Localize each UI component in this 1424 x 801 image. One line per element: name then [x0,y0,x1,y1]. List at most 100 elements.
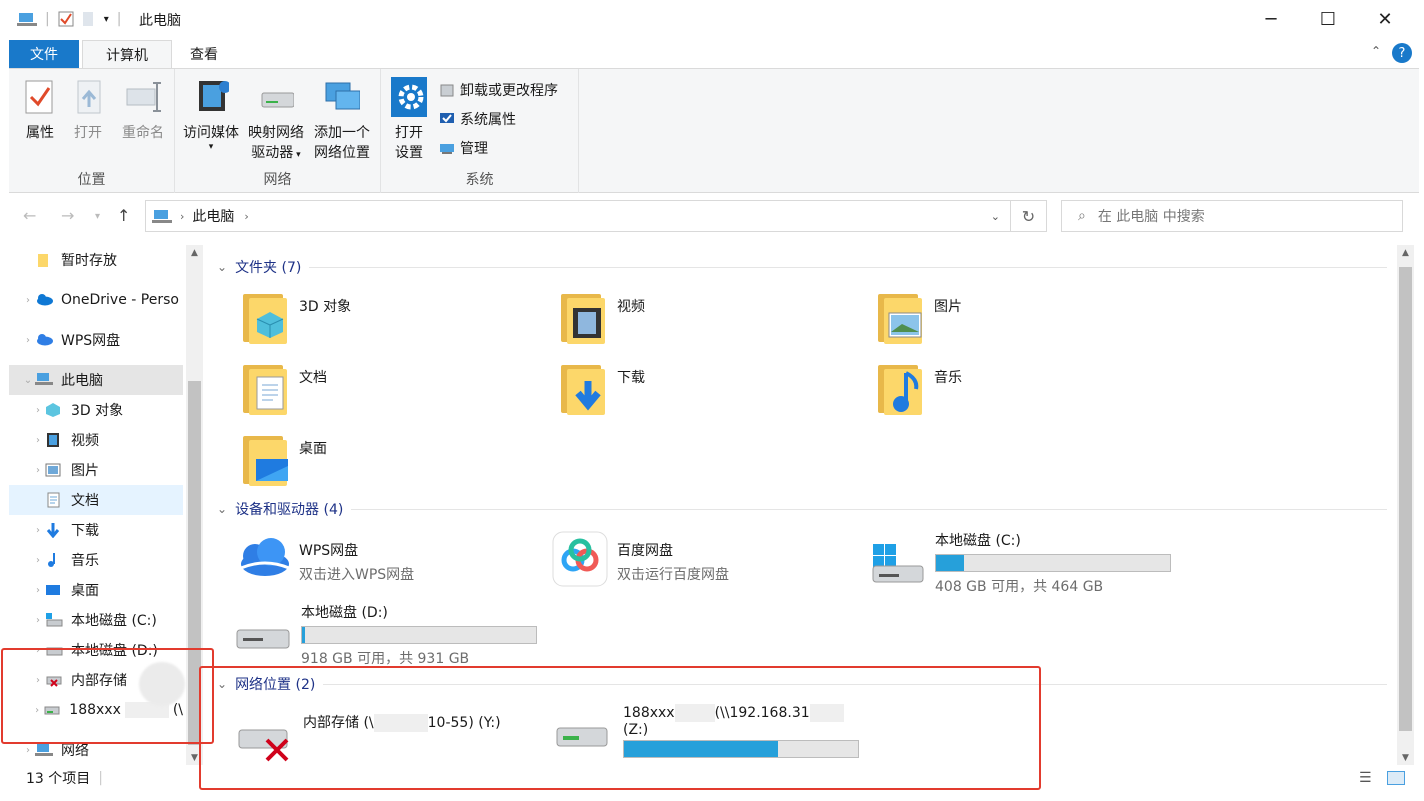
rename-icon [126,82,161,112]
collapse-chevron-icon[interactable]: ⌄ [217,502,227,516]
up-arrow-icon[interactable]: ↑ [117,206,130,225]
folder-name: 图片 [934,299,962,315]
device-baidu-cloud[interactable]: 百度网盘 双击运行百度网盘 [551,530,729,588]
nav-item-drive-c[interactable]: › 本地磁盘 (C:) [9,605,183,635]
device-drive-d[interactable]: 本地磁盘 (D:) 918 GB 可用，共 931 GB [233,602,537,668]
details-view-icon[interactable]: ☰ [1359,770,1372,786]
folder-3d-objects[interactable]: 3D 对象 [241,290,351,344]
nav-item-desktop[interactable]: › 桌面 [9,575,183,605]
nav-item-music[interactable]: › 音乐 [9,545,183,575]
nav-item-onedrive[interactable]: › OneDrive - Perso [9,285,183,315]
tab-computer[interactable]: 计算机 [82,40,172,68]
content-scrollbar[interactable]: ▲ ▼ [1397,245,1414,765]
refresh-button[interactable]: ↻ [1011,200,1047,232]
section-header-devices[interactable]: ⌄ 设备和驱动器 (4) [217,498,1387,520]
rename-button[interactable]: 重命名 [115,77,171,143]
expand-chevron-icon[interactable]: › [31,405,45,416]
properties-button[interactable]: 属性 [19,77,61,143]
device-drive-c[interactable]: 本地磁盘 (C:) 408 GB 可用，共 464 GB [871,530,1171,596]
minimize-button[interactable]: ─ [1242,0,1300,38]
address-box[interactable]: › 此电脑 › ⌄ [145,200,1011,232]
expand-chevron-icon[interactable]: › [21,295,35,306]
folder-videos[interactable]: 视频 [559,290,645,344]
back-arrow-icon[interactable]: ← [23,206,36,225]
expand-chevron-icon[interactable]: › [31,615,45,626]
nav-item-documents[interactable]: 文档 [9,485,183,515]
tab-file[interactable]: 文件 [9,40,79,68]
properties-checkbox-icon[interactable] [58,11,74,27]
tab-view[interactable]: 查看 [172,40,236,68]
folder-documents[interactable]: 文档 [241,361,327,415]
device-name: 本地磁盘 (C:) [935,533,1021,549]
expand-chevron-icon[interactable]: › [31,555,45,566]
nav-item-3d-objects[interactable]: › 3D 对象 [9,395,183,425]
scroll-down-arrow-icon[interactable]: ▼ [1397,753,1414,763]
nav-item-this-pc[interactable]: ⌄ 此电脑 [9,365,183,395]
desktop-folder-icon [241,432,288,486]
open-button[interactable]: 打开 [67,77,109,143]
open-settings-button[interactable]: 打开 设置 [387,77,431,163]
uninstall-label: 卸载或更改程序 [460,83,558,99]
address-history-dropdown-icon[interactable]: ⌄ [991,210,1000,223]
address-bar-row: ← → ▾ ↑ › 此电脑 › ⌄ ↻ ⌕ 在 此电脑 中搜索 [9,196,1419,240]
expand-chevron-icon[interactable]: › [21,335,35,346]
breadcrumb-chevron-icon[interactable]: › [180,210,184,223]
document-icon [45,492,63,508]
maximize-button[interactable]: ☐ [1299,0,1357,38]
collapse-ribbon-icon[interactable]: ⌃ [1371,44,1381,58]
ribbon: 属性 打开 重命名 位置 访问媒体 ▾ 映射网络 驱动器 ▾ 添加一个 网络位置… [9,68,1419,193]
expand-chevron-icon[interactable]: › [31,465,45,476]
help-icon[interactable]: ? [1392,43,1412,63]
refresh-icon: ↻ [1021,206,1036,226]
folder-name: 桌面 [299,441,327,457]
add-network-location-button[interactable]: 添加一个 网络位置 [309,77,375,163]
cube-icon [45,402,63,418]
device-name: WPS网盘 [299,543,359,559]
recent-locations-dropdown-icon[interactable]: ▾ [95,211,100,222]
content-scrollbar-thumb[interactable] [1399,267,1412,731]
section-header-folders[interactable]: ⌄ 文件夹 (7) [217,256,1387,278]
customize-dropdown-icon[interactable]: ▾ [104,14,109,25]
new-folder-icon[interactable] [80,11,96,27]
folder-name: 文档 [299,370,327,386]
expand-chevron-icon[interactable]: › [31,435,45,446]
system-properties-icon [440,113,454,123]
large-icons-view-icon[interactable] [1387,771,1405,785]
scroll-up-arrow-icon[interactable]: ▲ [1397,245,1414,258]
nav-item-videos[interactable]: › 视频 [9,425,183,455]
access-media-dropdown-icon[interactable]: ▾ [209,143,214,152]
map-drive-label-2-wrap: 驱动器 ▾ [251,143,300,165]
documents-folder-icon [241,361,287,415]
expand-chevron-icon[interactable]: › [31,585,45,596]
folder-music[interactable]: 音乐 [876,361,962,415]
manage-button[interactable]: 管理 [439,137,488,159]
nav-item-downloads[interactable]: › 下载 [9,515,183,545]
forward-arrow-icon[interactable]: → [61,206,74,225]
map-drive-dropdown-icon[interactable]: ▾ [293,150,301,160]
search-box[interactable]: ⌕ 在 此电脑 中搜索 [1061,200,1403,232]
scroll-up-arrow-icon[interactable]: ▲ [186,245,203,258]
device-wps-cloud[interactable]: WPS网盘 双击进入WPS网盘 [233,530,414,584]
folder-pictures[interactable]: 图片 [876,290,962,344]
folder-downloads[interactable]: 下载 [559,361,645,415]
item-count: 13 个项目 [26,771,91,787]
access-media-button[interactable]: 访问媒体 ▾ [179,77,243,152]
system-properties-button[interactable]: 系统属性 [439,108,516,130]
breadcrumb-this-pc[interactable]: 此电脑 [192,206,234,226]
folder-desktop[interactable]: 桌面 [241,432,327,486]
breadcrumb-chevron-icon[interactable]: › [244,210,248,223]
collapse-chevron-icon[interactable]: ⌄ [217,260,227,274]
nav-item-wps-cloud[interactable]: › WPS网盘 [9,325,183,355]
expand-chevron-icon[interactable]: › [31,525,45,536]
ribbon-group-location: 属性 打开 重命名 位置 [9,69,175,193]
nav-item-pictures[interactable]: › 图片 [9,455,183,485]
nav-item-temp[interactable]: 暂时存放 [9,245,183,275]
uninstall-program-button[interactable]: 卸载或更改程序 [439,79,558,101]
collapse-chevron-icon[interactable]: ⌄ [21,375,35,386]
rename-label: 重命名 [122,125,164,141]
expand-chevron-icon[interactable]: › [21,745,35,756]
uninstall-icon [440,84,454,97]
close-button[interactable]: ✕ [1356,0,1414,38]
download-arrow-icon [45,522,63,539]
map-network-drive-button[interactable]: 映射网络 驱动器 ▾ [245,77,307,165]
